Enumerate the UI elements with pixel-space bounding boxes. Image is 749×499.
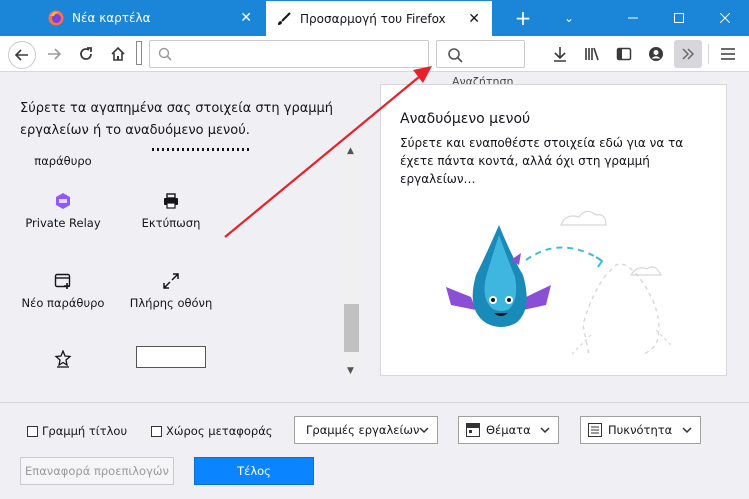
sidebar-icon[interactable] xyxy=(610,40,638,68)
fullscreen-icon xyxy=(163,273,179,289)
flexible-space[interactable] xyxy=(136,41,142,65)
new-window-icon xyxy=(54,273,71,289)
private-relay-icon xyxy=(56,193,70,209)
print-icon xyxy=(164,193,178,209)
minimize-icon[interactable] xyxy=(610,0,656,36)
overflow-panel-description: Σύρετε και εναποθέστε στοιχεία εδώ για ν… xyxy=(400,136,684,186)
new-tab-icon[interactable]: + xyxy=(500,0,546,36)
downloads-icon[interactable] xyxy=(546,40,574,68)
search-icon xyxy=(448,48,463,63)
chevron-down-icon xyxy=(540,427,550,434)
chevron-down-icon xyxy=(682,427,692,434)
themes-dropdown-label: Θέματα xyxy=(486,423,531,437)
done-button[interactable]: Τέλος xyxy=(194,457,314,485)
tab-bar: Νέα καρτέλα ✕ Προσαρμογή του Firefox ✕ +… xyxy=(0,0,749,36)
firefox-icon xyxy=(48,10,64,26)
maximize-icon[interactable] xyxy=(656,0,702,36)
density-dropdown-label: Πυκνότητα xyxy=(608,423,673,437)
toolbars-dropdown[interactable]: Γραμμές εργαλείων xyxy=(294,416,438,444)
forward-arrow-icon[interactable] xyxy=(40,40,68,68)
paintbrush-icon xyxy=(278,12,291,25)
density-icon xyxy=(588,423,602,437)
hamburger-menu-icon[interactable] xyxy=(714,40,742,68)
close-icon[interactable]: ✕ xyxy=(468,12,480,26)
tab-customize-firefox[interactable]: Προσαρμογή του Firefox ✕ xyxy=(266,1,492,36)
density-dropdown[interactable]: Πυκνότητα xyxy=(580,416,701,444)
palette-item-search-field[interactable] xyxy=(136,346,206,368)
divider xyxy=(708,44,709,64)
scroll-down-icon[interactable]: ▼ xyxy=(347,366,354,376)
palette-item-label: Private Relay xyxy=(25,216,101,230)
annotation-arrow xyxy=(224,66,432,238)
themes-dropdown[interactable]: Θέματα xyxy=(458,416,559,444)
chevron-down-icon xyxy=(419,427,429,434)
palette-item-label: παράθυρο xyxy=(34,154,92,168)
palette-item-fullscreen[interactable]: Πλήρης οθόνη xyxy=(126,272,216,310)
scrollbar-thumb[interactable] xyxy=(344,304,359,352)
title-bar-checkbox[interactable] xyxy=(27,426,38,437)
customize-footer: Γραμμή τίτλου Χώρος μεταφοράς Γραμμές ερ… xyxy=(0,402,749,499)
chevron-down-icon[interactable]: ⌄ xyxy=(546,0,592,36)
palette-item-print[interactable]: Εκτύπωση xyxy=(126,192,216,230)
theme-icon xyxy=(466,423,480,437)
palette-item-new-window[interactable]: Νέο παράθυρο xyxy=(18,272,108,310)
palette-item-window[interactable]: παράθυρο xyxy=(18,154,108,168)
overflow-chevron-icon[interactable] xyxy=(674,40,702,68)
tab-label: Νέα καρτέλα xyxy=(72,11,151,25)
restore-defaults-button[interactable]: Επαναφορά προεπιλογών xyxy=(20,457,174,485)
toolbars-dropdown-label: Γραμμές εργαλείων xyxy=(306,423,420,437)
overflow-illustration xyxy=(446,210,671,355)
back-arrow-icon[interactable] xyxy=(8,41,36,69)
palette-item-label: Νέο παράθυρο xyxy=(21,296,105,310)
palette-item-label: Πλήρης οθόνη xyxy=(129,296,213,310)
bookmark-star-icon xyxy=(54,350,72,368)
tab-label: Προσαρμογή του Firefox xyxy=(300,11,446,26)
title-bar-label: Γραμμή τίτλου xyxy=(42,424,128,438)
library-icon[interactable] xyxy=(578,40,606,68)
search-icon xyxy=(158,47,172,61)
tab-new-tab[interactable]: Νέα καρτέλα ✕ xyxy=(0,0,266,36)
close-icon[interactable]: ✕ xyxy=(240,11,252,25)
reload-icon[interactable] xyxy=(72,40,100,68)
palette-item-label: Εκτύπωση xyxy=(141,216,201,230)
palette-item-private-relay[interactable]: Private Relay xyxy=(18,192,108,230)
account-icon[interactable] xyxy=(642,40,670,68)
search-bar[interactable] xyxy=(436,40,525,68)
home-icon[interactable] xyxy=(104,40,132,68)
drag-space-label: Χώρος μεταφοράς xyxy=(166,424,273,438)
close-window-icon[interactable] xyxy=(702,0,748,36)
palette-item-bookmarks[interactable] xyxy=(18,350,108,374)
drag-space-checkbox[interactable] xyxy=(151,426,162,437)
